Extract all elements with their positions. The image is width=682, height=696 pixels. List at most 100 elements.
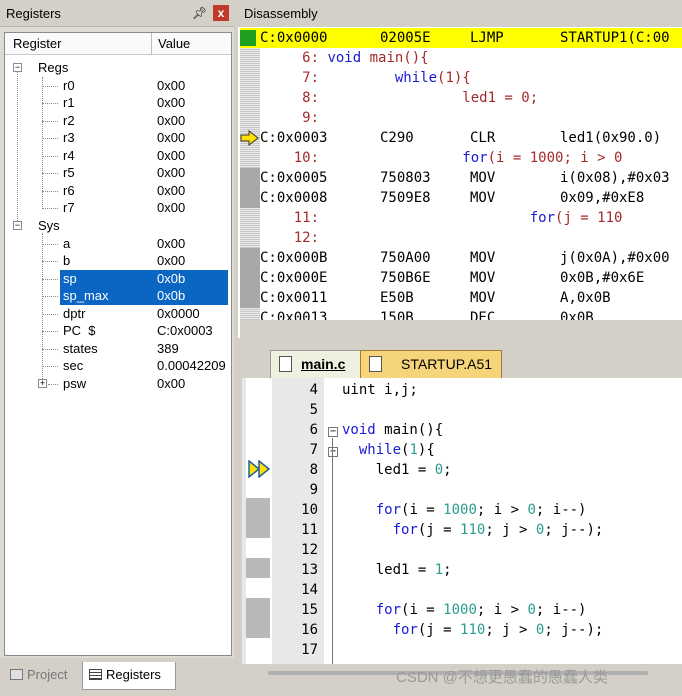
code-line[interactable]: 8 led1 = 0; <box>242 460 682 480</box>
register-row[interactable]: r2 0x00 <box>5 112 231 130</box>
disassembly-source-line[interactable]: 9: <box>260 108 682 128</box>
disassembly-op: E50B <box>380 290 414 306</box>
code-line[interactable]: 4 uint i,j; <box>242 380 682 400</box>
disassembly-addr: C:0x000B <box>260 250 328 266</box>
coverage-marker <box>240 30 256 46</box>
register-row[interactable]: r0 0x00 <box>5 77 231 95</box>
code-line[interactable]: 11 for(j = 110; j > 0; j--); <box>242 520 682 540</box>
disassembly-instruction-line[interactable]: C:0x0011 E50B MOV A,0x0B <box>260 288 682 308</box>
register-row[interactable]: r5 0x00 <box>5 164 231 182</box>
register-row[interactable]: PC $ C:0x0003 <box>5 322 231 340</box>
register-row-selected[interactable]: sp 0x0b <box>5 269 231 287</box>
disassembly-instruction-line[interactable]: C:0x0013 150B DEC 0x0B <box>260 308 682 320</box>
disassembly-source-line[interactable]: 11: for(j = 110 <box>260 208 682 228</box>
registers-icon <box>89 669 102 680</box>
code-line[interactable]: 12 <box>242 540 682 560</box>
code-text: led1 = 0; <box>342 462 452 478</box>
expand-icon[interactable]: + <box>38 378 47 388</box>
coverage-marker <box>240 188 260 208</box>
disassembly-instruction-line[interactable]: C:0x0003 C290 CLR led1(0x90.0) <box>260 128 682 148</box>
pin-icon[interactable]: 📌︎ <box>192 5 207 21</box>
disassembly-instruction-line[interactable]: C:0x000E 750B6E MOV 0x0B,#0x6E <box>260 268 682 288</box>
close-button[interactable]: x <box>213 5 229 21</box>
disassembly-source-line[interactable]: 8: led1 = 0; <box>260 88 682 108</box>
current-instruction-arrow-icon <box>240 130 259 146</box>
line-number: 8 <box>309 462 318 478</box>
line-number: 4 <box>309 382 318 398</box>
disassembly-source-line[interactable]: 10: for(i = 1000; i > 0 <box>260 148 682 168</box>
disassembly-op: 150B <box>380 310 414 320</box>
disassembly-instruction-line[interactable]: C:0x0005 750803 MOV i(0x08),#0x03 <box>260 168 682 188</box>
line-number: 6 <box>309 422 318 438</box>
tab-project[interactable]: Project <box>4 662 80 690</box>
disassembly-mn: MOV <box>470 250 496 266</box>
disassembly-instruction-line[interactable]: C:0x0008 7509E8 MOV 0x09,#0xE8 <box>260 188 682 208</box>
horizontal-scrollbar[interactable] <box>240 320 682 338</box>
register-row[interactable]: r3 0x00 <box>5 129 231 147</box>
disassembly-arg: 0x0B <box>560 310 594 320</box>
disassembly-arg: 0x0B,#0x6E <box>560 270 645 286</box>
register-row[interactable]: states 389 <box>5 340 231 358</box>
code-line[interactable]: 13 led1 = 1; <box>242 560 682 580</box>
project-icon <box>10 669 23 680</box>
code-text: for(i = 1000; i > 0; i--) <box>375 502 587 518</box>
disassembly-addr: C:0x0003 <box>260 130 328 146</box>
registers-tree[interactable]: Register Value − Regs r0 0x00 r1 0x00 r2 0x… <box>4 32 232 656</box>
register-row-selected[interactable]: sp_max 0x0b <box>5 287 231 305</box>
disassembly-source-line[interactable]: 12: <box>260 228 682 248</box>
code-line[interactable]: 16 for(j = 110; j > 0; j--); <box>242 620 682 640</box>
disassembly-addr: C:0x000E <box>260 270 328 286</box>
tab-registers[interactable]: Registers <box>82 662 176 690</box>
line-number: 17 <box>301 642 318 658</box>
code-line[interactable]: 7 while(1){ <box>242 440 682 460</box>
disassembly-instruction-line[interactable]: C:0x000B 750A00 MOV j(0x0A),#0x00 <box>260 248 682 268</box>
register-row[interactable]: r6 0x00 <box>5 182 231 200</box>
collapse-icon[interactable]: − <box>13 221 22 230</box>
register-row[interactable]: sec 0.00042209 <box>5 357 231 375</box>
line-number: 13 <box>301 562 318 578</box>
disassembly-op: 750A00 <box>380 250 431 266</box>
editor-tab-bar: main.c STARTUP.A51 <box>238 346 682 378</box>
register-row[interactable]: b 0x00 <box>5 252 231 270</box>
line-number: 7 <box>309 442 318 458</box>
code-line[interactable]: 5 <box>242 400 682 420</box>
line-number: 9 <box>309 482 318 498</box>
code-line[interactable]: 6 void main(){ <box>242 420 682 440</box>
register-row[interactable]: dptr 0x0000 <box>5 305 231 323</box>
disassembly-instruction-line[interactable]: C:0x0000 02005E LJMP STARTUP1(C:00 <box>260 28 682 48</box>
code-line[interactable]: 9 <box>242 480 682 500</box>
tab-startup-a51[interactable]: STARTUP.A51 <box>360 350 502 378</box>
column-register[interactable]: Register <box>13 36 61 51</box>
line-number: 12 <box>301 542 318 558</box>
code-editor[interactable]: − − 4 uint i,j; 5 6 void main(){7 while(1){8… <box>242 378 682 664</box>
disassembly-mn: MOV <box>470 290 496 306</box>
register-row[interactable]: r1 0x00 <box>5 94 231 112</box>
coverage-marker <box>240 168 260 188</box>
code-line[interactable]: 14 <box>242 580 682 600</box>
code-text: for(i = 1000; i > 0; i--) <box>375 602 587 618</box>
tree-group-regs[interactable]: − Regs <box>5 59 231 77</box>
collapse-icon[interactable]: − <box>13 63 22 72</box>
code-line[interactable]: 17 <box>242 640 682 660</box>
disassembly-addr: C:0x0011 <box>260 290 328 306</box>
disassembly-addr: C:0x0013 <box>260 310 328 320</box>
disassembly-source-line[interactable]: 7: while(1){ <box>260 68 682 88</box>
tree-group-sys[interactable]: − Sys <box>5 217 231 235</box>
disassembly-op: C290 <box>380 130 414 146</box>
register-row[interactable]: r4 0x00 <box>5 147 231 165</box>
disassembly-view[interactable]: C:0x0000 02005E LJMP STARTUP1(C:00 6: void … <box>240 28 682 320</box>
coverage-marker <box>240 248 260 268</box>
disassembly-source-line[interactable]: 6: void main(){ <box>260 48 682 68</box>
register-row[interactable]: r7 0x00 <box>5 199 231 217</box>
register-row[interactable]: a 0x00 <box>5 235 231 253</box>
code-line[interactable]: 15 for(i = 1000; i > 0; i--) <box>242 600 682 620</box>
disassembly-arg: j(0x0A),#0x00 <box>560 250 670 266</box>
disassembly-title: Disassembly <box>244 6 318 21</box>
file-icon <box>279 356 292 372</box>
column-value[interactable]: Value <box>158 36 190 51</box>
register-row[interactable]: + psw 0x00 <box>5 375 231 393</box>
disassembly-mn: MOV <box>470 170 496 186</box>
code-line[interactable]: 10 for(i = 1000; i > 0; i--) <box>242 500 682 520</box>
registers-panel: Registers 📌︎ x Register Value − Regs r0 0… <box>0 0 234 696</box>
disassembly-op: 750B6E <box>380 270 431 286</box>
